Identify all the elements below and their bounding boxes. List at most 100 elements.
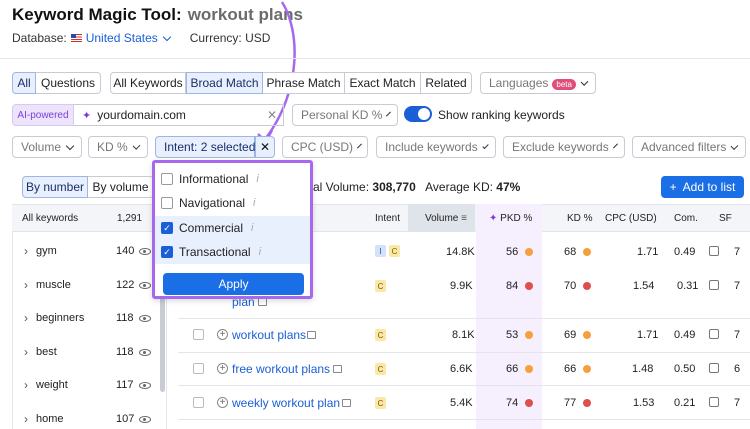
volume-filter[interactable]: Volume — [12, 136, 82, 158]
kd-dot — [583, 282, 591, 290]
row-divider — [178, 352, 750, 353]
by-number-button[interactable]: By number — [22, 176, 88, 198]
keyword-link[interactable]: weekly workout plan — [232, 396, 340, 410]
kd-value: 66 — [564, 363, 577, 375]
include-keywords-filter[interactable]: Include keywords — [376, 136, 496, 158]
pkd-value: 84 — [506, 280, 519, 292]
add-circle-icon[interactable]: + — [217, 397, 228, 408]
info-icon: i — [258, 246, 262, 258]
sidebar-item-weight[interactable]: › weight 117 — [13, 375, 153, 395]
eye-icon[interactable] — [139, 281, 152, 289]
intent-badge-commercial: C — [375, 329, 386, 341]
chevron-right-icon: › — [24, 278, 28, 292]
eye-icon[interactable] — [138, 348, 151, 356]
chevron-down-icon — [357, 143, 362, 148]
col-pkd[interactable]: ✦ PKD % — [489, 213, 532, 224]
tab-exact-match[interactable]: Exact Match — [345, 72, 421, 94]
tab-broad-match[interactable]: Broad Match — [186, 72, 263, 94]
com-value: 0.21 — [674, 397, 696, 409]
serp-icon[interactable] — [709, 246, 719, 256]
intent-filter[interactable]: Intent: 2 selected — [155, 136, 255, 158]
intent-option-transactional[interactable]: ✓ Transactional i — [155, 240, 310, 264]
document-icon[interactable] — [333, 365, 342, 373]
show-ranking-toggle[interactable] — [404, 106, 432, 122]
personal-kd-dropdown[interactable]: Personal KD % — [292, 104, 398, 126]
by-volume-button[interactable]: By volume — [88, 176, 154, 198]
col-kd[interactable]: KD % — [567, 213, 593, 224]
intent-option-commercial[interactable]: ✓ Commercial i — [155, 216, 310, 240]
tab-questions[interactable]: Questions — [36, 72, 101, 94]
add-circle-icon[interactable]: + — [217, 363, 228, 374]
us-flag-icon — [70, 34, 82, 42]
sidebar-item-home[interactable]: › home 107 — [13, 409, 153, 429]
checkbox[interactable] — [161, 197, 173, 209]
checkbox-checked[interactable]: ✓ — [161, 246, 173, 258]
pkd-dot — [525, 248, 533, 256]
checkbox-checked[interactable]: ✓ — [161, 222, 173, 234]
kd-dot — [583, 248, 591, 256]
tab-all-keywords[interactable]: All Keywords — [110, 72, 186, 94]
exclude-keywords-filter[interactable]: Exclude keywords — [503, 136, 625, 158]
eye-icon[interactable] — [139, 415, 152, 423]
clear-intent-icon[interactable]: ✕ — [255, 136, 275, 158]
pkd-value: 66 — [506, 363, 519, 375]
intent-badge-commercial: C — [389, 245, 400, 257]
sidebar-item-gym[interactable]: › gym 140 — [13, 241, 153, 261]
plus-icon: + — [669, 180, 677, 194]
intent-badge-informational: I — [375, 245, 386, 257]
intent-option-informational[interactable]: Informational i — [155, 167, 310, 191]
kd-filter[interactable]: KD % — [88, 136, 148, 158]
tab-related[interactable]: Related — [421, 72, 472, 94]
eye-icon[interactable] — [139, 247, 152, 255]
document-icon[interactable] — [342, 399, 351, 407]
eye-icon[interactable] — [138, 381, 151, 389]
intent-option-navigational[interactable]: Navigational i — [155, 191, 310, 215]
sf-value: 7 — [734, 329, 741, 341]
tab-phrase-match[interactable]: Phrase Match — [263, 72, 345, 94]
col-intent[interactable]: Intent — [375, 213, 400, 224]
sidebar-item-muscle[interactable]: › muscle 122 — [13, 275, 153, 295]
serp-icon[interactable] — [709, 397, 719, 407]
col-cpc[interactable]: CPC (USD) — [605, 213, 657, 224]
chevron-right-icon: › — [24, 311, 28, 325]
row-checkbox[interactable] — [193, 363, 204, 374]
cpc-value: 1.71 — [637, 246, 659, 258]
cpc-filter[interactable]: CPC (USD) — [282, 136, 368, 158]
sidebar-header-label: All keywords — [22, 213, 79, 224]
advanced-filters[interactable]: Advanced filters — [632, 136, 746, 158]
sidebar-item-best[interactable]: › best 118 — [13, 342, 153, 362]
database-select[interactable]: United States — [70, 31, 171, 45]
checkbox[interactable] — [161, 173, 173, 185]
serp-icon[interactable] — [709, 363, 719, 373]
apply-button[interactable]: Apply — [163, 273, 304, 295]
pkd-dot — [525, 282, 533, 290]
kd-value: 68 — [564, 246, 577, 258]
add-to-list-button[interactable]: + Add to list — [661, 176, 744, 198]
info-icon: i — [256, 173, 259, 185]
sidebar-item-beginners[interactable]: › beginners 118 — [13, 308, 153, 328]
tab-all[interactable]: All — [12, 72, 36, 94]
row-checkbox[interactable] — [193, 397, 204, 408]
chevron-down-icon — [386, 111, 392, 116]
keyword-link[interactable]: free workout plans — [232, 362, 330, 376]
col-sf[interactable]: SF — [719, 213, 732, 224]
add-circle-icon[interactable]: + — [217, 329, 228, 340]
row-divider — [178, 385, 750, 386]
pkd-dot — [525, 331, 533, 339]
row-divider — [178, 318, 750, 319]
domain-input[interactable]: ✦ yourdomain.com ✕ — [74, 104, 284, 126]
keyword-link[interactable]: workout plans — [232, 328, 306, 342]
document-icon[interactable] — [307, 331, 316, 339]
languages-dropdown[interactable]: Languages beta — [480, 72, 596, 94]
eye-icon[interactable] — [138, 314, 151, 322]
col-com[interactable]: Com. — [674, 213, 698, 224]
serp-icon[interactable] — [709, 329, 719, 339]
serp-icon[interactable] — [709, 280, 719, 290]
row-checkbox[interactable] — [193, 329, 204, 340]
chevron-right-icon: › — [24, 412, 28, 426]
document-icon[interactable] — [258, 298, 267, 306]
chevron-down-icon — [162, 32, 171, 41]
intent-popup: Informational i Navigational i ✓ Commercial… — [152, 160, 313, 299]
col-volume[interactable]: Volume ≡ — [425, 213, 467, 224]
clear-icon[interactable]: ✕ — [267, 108, 277, 122]
